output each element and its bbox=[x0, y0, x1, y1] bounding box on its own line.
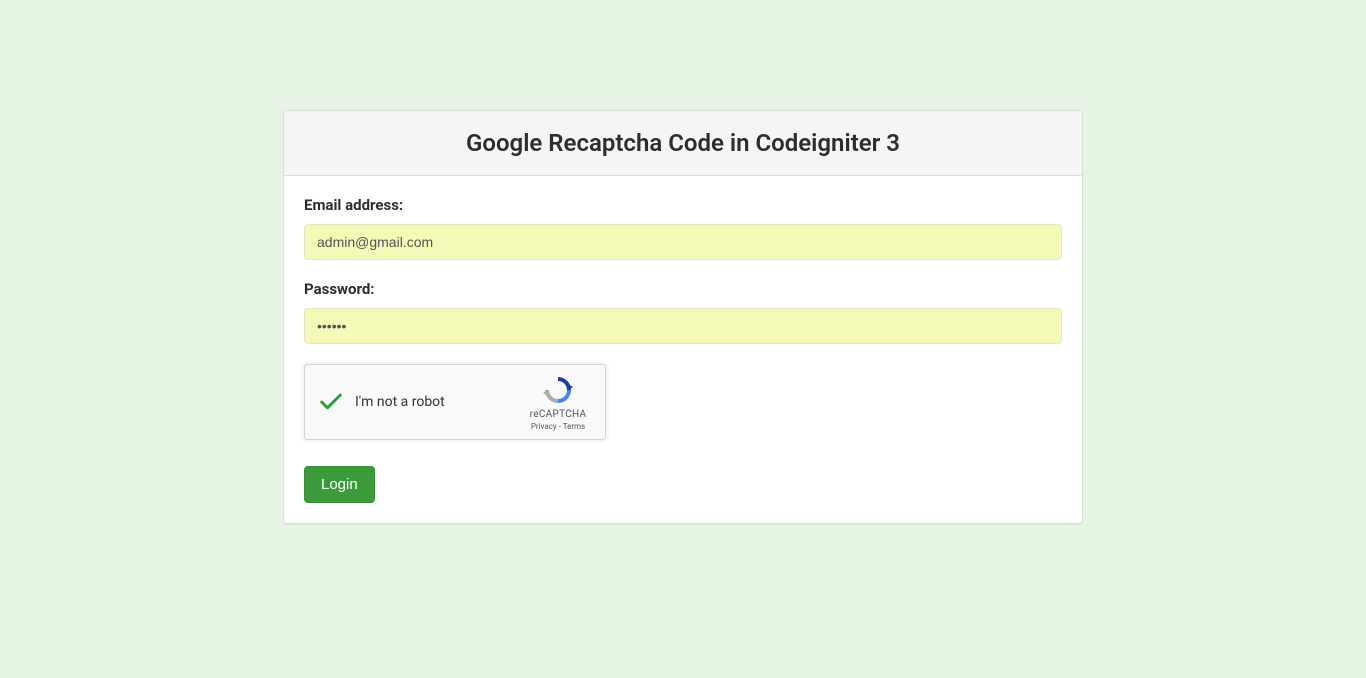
recaptcha-links: Privacy - Terms bbox=[531, 422, 585, 431]
login-button[interactable]: Login bbox=[304, 466, 375, 503]
email-input[interactable] bbox=[304, 224, 1062, 260]
recaptcha-privacy-link[interactable]: Privacy bbox=[531, 422, 557, 431]
recaptcha-checkmark-icon bbox=[317, 388, 345, 416]
page-title: Google Recaptcha Code in Codeigniter 3 bbox=[304, 129, 1062, 157]
password-label: Password: bbox=[304, 280, 1062, 298]
email-group: Email address: bbox=[304, 196, 1062, 260]
panel-body: Email address: Password: I'm not a robot bbox=[284, 176, 1082, 523]
panel-heading: Google Recaptcha Code in Codeigniter 3 bbox=[284, 111, 1082, 176]
login-panel: Google Recaptcha Code in Codeigniter 3 E… bbox=[283, 110, 1083, 524]
recaptcha-label: I'm not a robot bbox=[355, 394, 523, 410]
email-label: Email address: bbox=[304, 196, 1062, 214]
password-group: Password: bbox=[304, 280, 1062, 344]
password-input[interactable] bbox=[304, 308, 1062, 344]
recaptcha-logo-area: reCAPTCHA Privacy - Terms bbox=[523, 374, 593, 431]
recaptcha-brand: reCAPTCHA bbox=[530, 409, 587, 420]
recaptcha-terms-link[interactable]: Terms bbox=[563, 422, 585, 431]
recaptcha-widget[interactable]: I'm not a robot reCAPTCHA Privacy - Term… bbox=[304, 364, 606, 440]
recaptcha-logo-icon bbox=[542, 374, 574, 406]
